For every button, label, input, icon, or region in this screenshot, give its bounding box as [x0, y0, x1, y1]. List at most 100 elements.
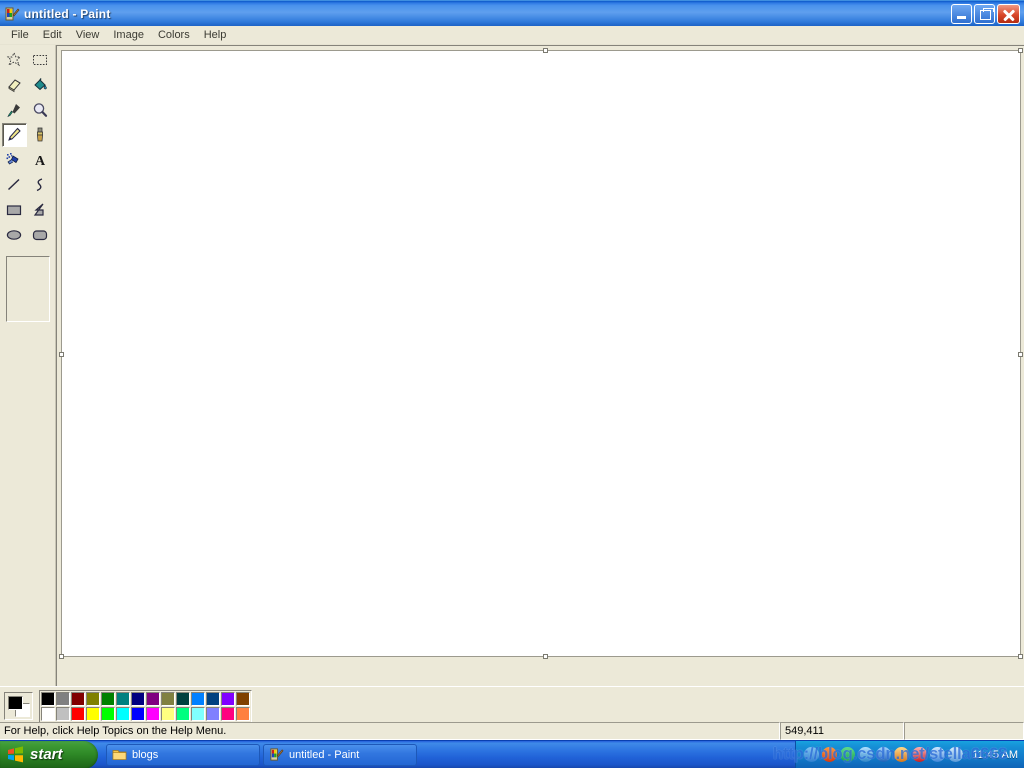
- svg-text:A: A: [35, 154, 46, 169]
- windows-logo-icon: [6, 745, 25, 764]
- palette-swatch[interactable]: [86, 691, 100, 706]
- tool-options-panel[interactable]: [5, 256, 50, 322]
- palette-swatch[interactable]: [176, 691, 190, 706]
- palette-grid: [39, 689, 252, 723]
- start-label: start: [30, 746, 63, 763]
- fill-with-color-icon[interactable]: [28, 73, 53, 97]
- palette-swatch[interactable]: [221, 691, 235, 706]
- menu-image[interactable]: Image: [106, 27, 151, 44]
- network-icon[interactable]: [876, 747, 892, 762]
- title-bar: untitled - Paint: [0, 0, 1024, 26]
- menu-colors[interactable]: Colors: [151, 27, 197, 44]
- drawing-canvas[interactable]: [59, 48, 1023, 659]
- text-icon[interactable]: A: [28, 148, 53, 172]
- resize-handle-top-right[interactable]: [1018, 48, 1023, 53]
- desktop: untitled - Paint File Edit View Image Co…: [0, 0, 1024, 768]
- tool-box: A: [0, 45, 56, 686]
- antivirus-icon[interactable]: [858, 747, 874, 762]
- palette-swatch[interactable]: [206, 691, 220, 706]
- status-cursor-pos: [904, 722, 1024, 740]
- palette-swatch[interactable]: [176, 706, 190, 721]
- shield-icon[interactable]: [822, 747, 838, 762]
- resize-handle-bottom-right[interactable]: [1018, 654, 1023, 659]
- palette-swatch[interactable]: [146, 706, 160, 721]
- eraser-icon[interactable]: [2, 73, 27, 97]
- palette-swatch[interactable]: [221, 706, 235, 721]
- messenger-icon[interactable]: [840, 747, 856, 762]
- update-icon[interactable]: [912, 747, 928, 762]
- menu-help[interactable]: Help: [197, 27, 234, 44]
- pencil-icon[interactable]: [1, 123, 27, 147]
- paint-window: untitled - Paint File Edit View Image Co…: [0, 0, 1024, 740]
- tray-clock[interactable]: 11:45 AM: [972, 749, 1018, 761]
- canvas-area[interactable]: [56, 45, 1024, 686]
- palette-swatch[interactable]: [71, 706, 85, 721]
- palette-swatch[interactable]: [41, 706, 55, 721]
- foreground-color-swatch[interactable]: [8, 696, 23, 710]
- curve-icon[interactable]: [28, 173, 53, 197]
- palette-swatch[interactable]: [146, 691, 160, 706]
- palette-swatch[interactable]: [101, 691, 115, 706]
- menu-file[interactable]: File: [4, 27, 36, 44]
- menu-view[interactable]: View: [69, 27, 107, 44]
- menu-bar: File Edit View Image Colors Help: [0, 26, 1024, 45]
- palette-swatch[interactable]: [191, 706, 205, 721]
- ellipse-icon[interactable]: [2, 223, 27, 247]
- sync-icon[interactable]: [930, 747, 946, 762]
- paint-icon: [269, 747, 284, 762]
- palette-swatch[interactable]: [71, 691, 85, 706]
- palette-swatch[interactable]: [206, 706, 220, 721]
- brush-icon[interactable]: [28, 123, 53, 147]
- close-button[interactable]: [997, 3, 1020, 24]
- rounded-rectangle-icon[interactable]: [28, 223, 53, 247]
- taskbar-item-blogs[interactable]: blogs: [106, 743, 260, 766]
- magnifier-icon[interactable]: [28, 98, 53, 122]
- palette-swatch[interactable]: [131, 691, 145, 706]
- palette-swatch[interactable]: [236, 691, 250, 706]
- polygon-icon[interactable]: [28, 198, 53, 222]
- free-form-select-icon[interactable]: [2, 48, 27, 72]
- start-button[interactable]: start: [0, 740, 98, 768]
- palette-swatch[interactable]: [161, 706, 175, 721]
- palette-swatch[interactable]: [86, 706, 100, 721]
- volume-icon[interactable]: [894, 747, 910, 762]
- resize-handle-bottom-left[interactable]: [59, 654, 64, 659]
- taskbar-item-paint[interactable]: untitled - Paint: [263, 743, 417, 766]
- tool-grid: A: [1, 48, 54, 248]
- restore-button[interactable]: [974, 3, 995, 24]
- folder-icon: [112, 747, 127, 762]
- rectangle-icon[interactable]: [2, 198, 27, 222]
- palette-swatch[interactable]: [56, 691, 70, 706]
- display-icon[interactable]: [948, 747, 964, 762]
- minimize-button[interactable]: [951, 3, 972, 24]
- taskbar-item-label: blogs: [132, 748, 159, 761]
- color-indicator[interactable]: [4, 692, 33, 720]
- palette-swatch[interactable]: [236, 706, 250, 721]
- palette-swatch[interactable]: [191, 691, 205, 706]
- taskbar-item-label: untitled - Paint: [289, 748, 360, 761]
- taskbar: start blogs untitled - Paint 11:45 AM ht…: [0, 740, 1024, 768]
- menu-edit[interactable]: Edit: [36, 27, 69, 44]
- pick-color-icon[interactable]: [2, 98, 27, 122]
- window-title: untitled - Paint: [24, 6, 111, 21]
- window-controls: [951, 3, 1022, 24]
- palette-swatch[interactable]: [101, 706, 115, 721]
- system-tray: 11:45 AM http://blog.csdn.net/stella6668: [773, 740, 1024, 768]
- task-list: blogs untitled - Paint: [106, 743, 795, 766]
- status-canvas-size: 549,411: [780, 722, 904, 740]
- work-area: A: [0, 45, 1024, 686]
- select-icon[interactable]: [28, 48, 53, 72]
- resize-handle-top[interactable]: [543, 48, 548, 53]
- chevron-left-icon[interactable]: [804, 747, 820, 762]
- palette-swatch[interactable]: [116, 691, 130, 706]
- palette-swatch[interactable]: [56, 706, 70, 721]
- airbrush-icon[interactable]: [2, 148, 27, 172]
- line-icon[interactable]: [2, 173, 27, 197]
- resize-handle-left[interactable]: [59, 352, 64, 357]
- palette-swatch[interactable]: [116, 706, 130, 721]
- palette-swatch[interactable]: [161, 691, 175, 706]
- palette-swatch[interactable]: [131, 706, 145, 721]
- palette-swatch[interactable]: [41, 691, 55, 706]
- resize-handle-right[interactable]: [1018, 352, 1023, 357]
- resize-handle-bottom[interactable]: [543, 654, 548, 659]
